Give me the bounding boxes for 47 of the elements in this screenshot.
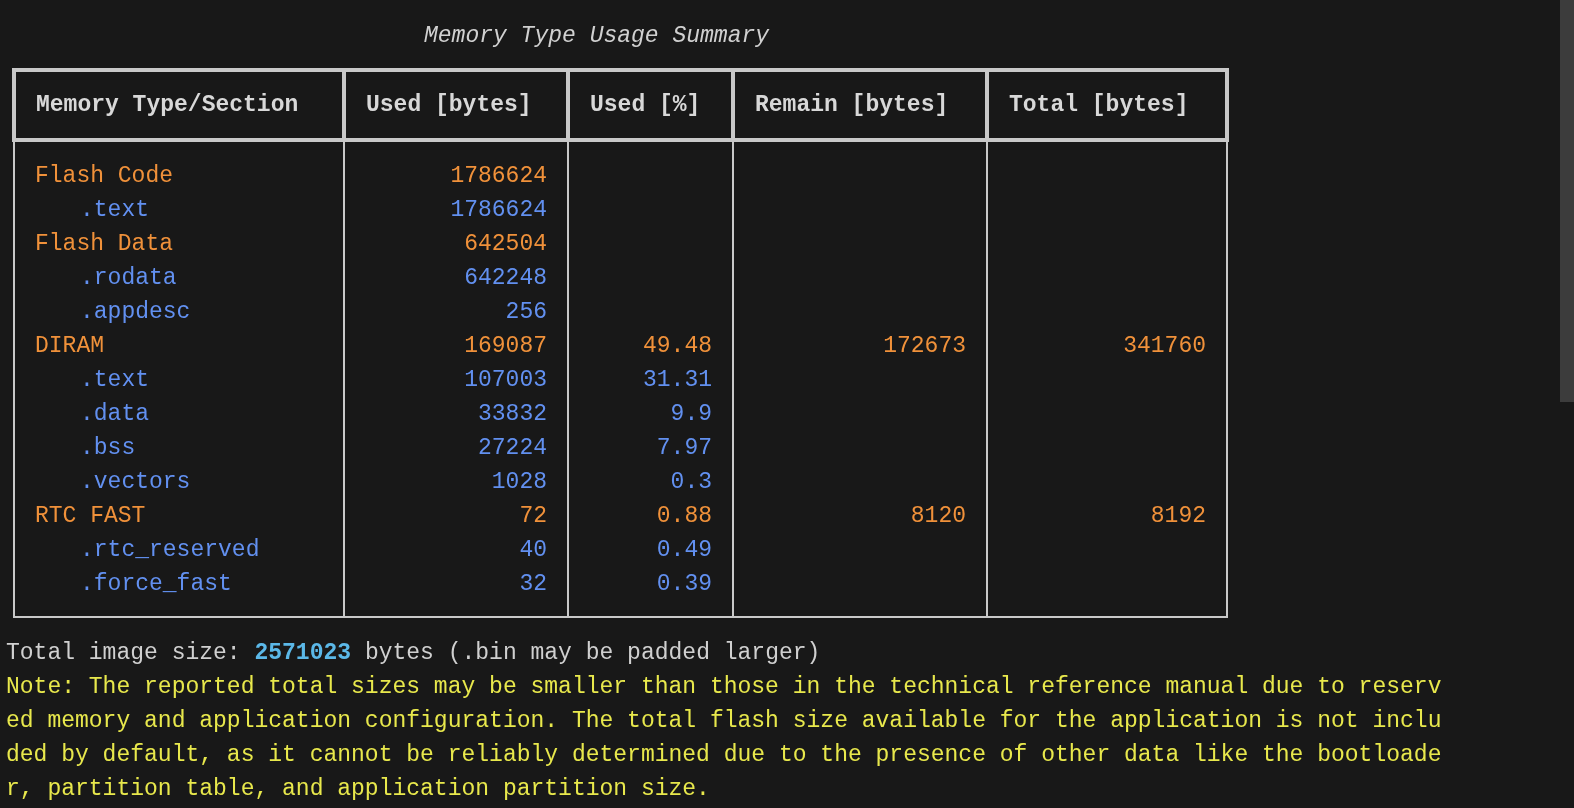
column-header: Memory Type/Section — [14, 70, 344, 140]
table-cell-text: 32 — [519, 570, 547, 599]
table-cell-text: 0.39 — [656, 570, 712, 599]
section-name: .appdesc — [79, 298, 191, 327]
table-cell-text: 31.31 — [643, 366, 712, 395]
table-cell-text: 7.97 — [656, 434, 712, 463]
section-name: .text — [79, 196, 149, 225]
column-header: Used [%] — [568, 70, 733, 140]
table-cell-text: 8192 — [1150, 502, 1206, 531]
section-name: .text — [79, 366, 149, 395]
table-cell-text: 0.3 — [670, 468, 712, 497]
table-cell-text: 1786624 — [450, 196, 547, 225]
table-cell-text: 642248 — [464, 264, 547, 293]
column-header: Total [bytes] — [987, 70, 1227, 140]
column-header: Used [bytes] — [344, 70, 568, 140]
table-cell-text: 0.88 — [656, 502, 712, 531]
table-cell-text: 0.49 — [656, 536, 712, 565]
table-cell-text: 8120 — [910, 502, 966, 531]
table-cell-text: 40 — [519, 536, 547, 565]
table-cell-text: 169087 — [464, 332, 547, 361]
section-name: .vectors — [79, 468, 191, 497]
memory-type-name: RTC FAST — [35, 502, 146, 531]
section-name: .bss — [79, 434, 136, 463]
table-title: Memory Type Usage Summary — [423, 22, 771, 51]
memory-type-name: DIRAM — [35, 332, 104, 361]
table-cell-text: 27224 — [478, 434, 547, 463]
table-cell-text: 49.48 — [643, 332, 712, 361]
total-size-line: Total image size: 2571023 bytes (.bin may be padded larger) — [6, 639, 822, 668]
scrollbar-thumb[interactable] — [1560, 0, 1574, 402]
table-cell-text: 341760 — [1123, 332, 1206, 361]
table-cell-text: 1028 — [491, 468, 547, 497]
table-cell-text: 107003 — [464, 366, 547, 395]
table-cell-text: 33832 — [478, 400, 547, 429]
column-header: Remain [bytes] — [733, 70, 987, 140]
table-cell-text: 172673 — [883, 332, 966, 361]
memory-type-name: Flash Code — [35, 162, 174, 191]
table-cell-text: 256 — [505, 298, 547, 327]
section-name: .data — [79, 400, 149, 429]
table-cell-text: 72 — [519, 502, 547, 531]
memory-type-name: Flash Data — [35, 230, 174, 259]
section-name: .rodata — [79, 264, 177, 293]
section-name: .rtc_reserved — [79, 536, 260, 565]
note-text: Note: The reported total sizes may be smaller than those in the technical reference manual due to reserved memory and application configuration. The total flash size available for the application is not included by default, as it cannot be reliably determined due to the presence of other data like the bootloader, partition table, and application partition size. — [6, 673, 1442, 804]
table-cell-text: 9.9 — [670, 400, 712, 429]
section-name: .force_fast — [79, 570, 232, 599]
table-cell-text: 1786624 — [450, 162, 547, 191]
table-cell-text: 642504 — [464, 230, 547, 259]
